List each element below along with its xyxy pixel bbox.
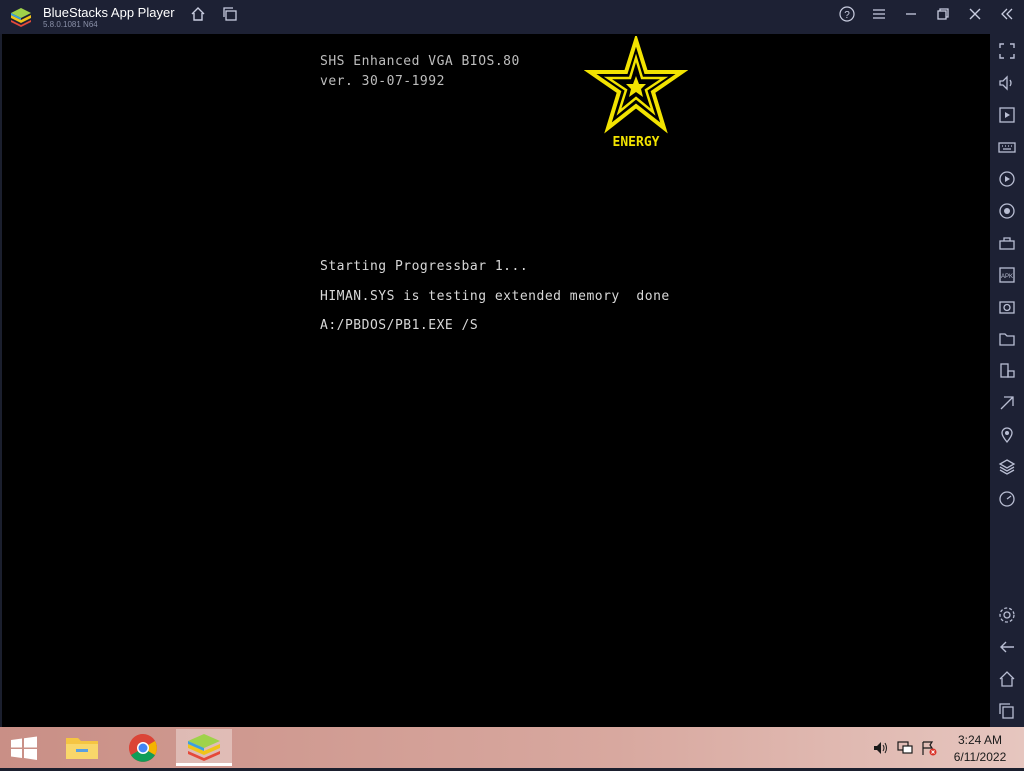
taskbar-file-explorer[interactable] — [54, 729, 110, 766]
settings-icon[interactable] — [998, 606, 1016, 624]
minimize-icon[interactable] — [900, 6, 922, 28]
help-icon[interactable]: ? — [836, 6, 858, 28]
home-icon[interactable] — [187, 6, 209, 28]
bios-line-progressbar: Starting Progressbar 1... — [320, 259, 529, 274]
bluestacks-taskbar-icon — [188, 734, 220, 761]
clock-date[interactable]: 6/11/2022 — [946, 750, 1014, 764]
back-icon[interactable] — [998, 638, 1016, 656]
network-icon[interactable] — [897, 740, 913, 756]
fullscreen-icon[interactable] — [998, 42, 1016, 60]
windows-taskbar: 3:24 AM 6/11/2022 — [0, 727, 1024, 768]
right-sidebar: APK — [990, 34, 1024, 727]
energy-star-logo: ENERGY — [584, 36, 688, 150]
collapse-sidebar-icon[interactable] — [996, 6, 1018, 28]
action-center-warning-icon[interactable] — [921, 740, 937, 756]
window-title: BlueStacks App Player — [43, 5, 175, 20]
rotate-icon[interactable] — [998, 362, 1016, 380]
version-label: 5.8.0.1081 N64 — [43, 20, 98, 29]
bios-header-line1: SHS Enhanced VGA BIOS.80 — [320, 54, 520, 69]
location-icon[interactable] — [998, 426, 1016, 444]
title-bar: BlueStacks App Player 5.8.0.1081 N64 ? — [0, 0, 1024, 34]
emulator-screen[interactable]: SHS Enhanced VGA BIOS.80 ver. 30-07-1992… — [2, 34, 990, 727]
energy-logo-text: ENERGY — [613, 135, 660, 150]
bios-header-line2: ver. 30-07-1992 — [320, 74, 445, 89]
apk-icon[interactable]: APK — [998, 266, 1016, 284]
windows-start-icon[interactable] — [10, 736, 38, 760]
svg-text:?: ? — [844, 10, 850, 21]
bios-line-command: A:/PBDOS/PB1.EXE /S — [320, 318, 479, 333]
performance-icon[interactable] — [998, 490, 1016, 508]
recent-apps-icon[interactable] — [998, 702, 1016, 720]
close-icon[interactable] — [964, 6, 986, 28]
taskbar-bluestacks[interactable] — [176, 729, 232, 766]
bluestacks-window: BlueStacks App Player 5.8.0.1081 N64 ? S… — [0, 0, 1024, 727]
svg-text:APK: APK — [1001, 274, 1013, 280]
screenshot-icon[interactable] — [998, 298, 1016, 316]
macro-icon[interactable] — [998, 170, 1016, 188]
android-home-icon[interactable] — [998, 670, 1016, 688]
keyboard-icon[interactable] — [998, 138, 1016, 156]
restore-icon[interactable] — [932, 6, 954, 28]
bios-line-memory-test: HIMAN.SYS is testing extended memory don… — [320, 289, 670, 304]
multi-instance-icon[interactable] — [219, 6, 241, 28]
record-icon[interactable] — [998, 202, 1016, 220]
chrome-icon — [129, 734, 157, 762]
file-explorer-icon — [66, 738, 98, 759]
taskbar-chrome[interactable] — [115, 729, 171, 766]
media-icon[interactable] — [998, 106, 1016, 124]
eco-mode-icon[interactable] — [998, 394, 1016, 412]
layers-icon[interactable] — [998, 458, 1016, 476]
bluestacks-logo-icon — [11, 8, 31, 27]
menu-icon[interactable] — [868, 6, 890, 28]
folder-icon[interactable] — [998, 330, 1016, 348]
gamepad-icon[interactable] — [998, 234, 1016, 252]
volume-icon[interactable] — [998, 74, 1016, 92]
speaker-icon[interactable] — [873, 740, 889, 756]
clock-time[interactable]: 3:24 AM — [946, 733, 1014, 747]
